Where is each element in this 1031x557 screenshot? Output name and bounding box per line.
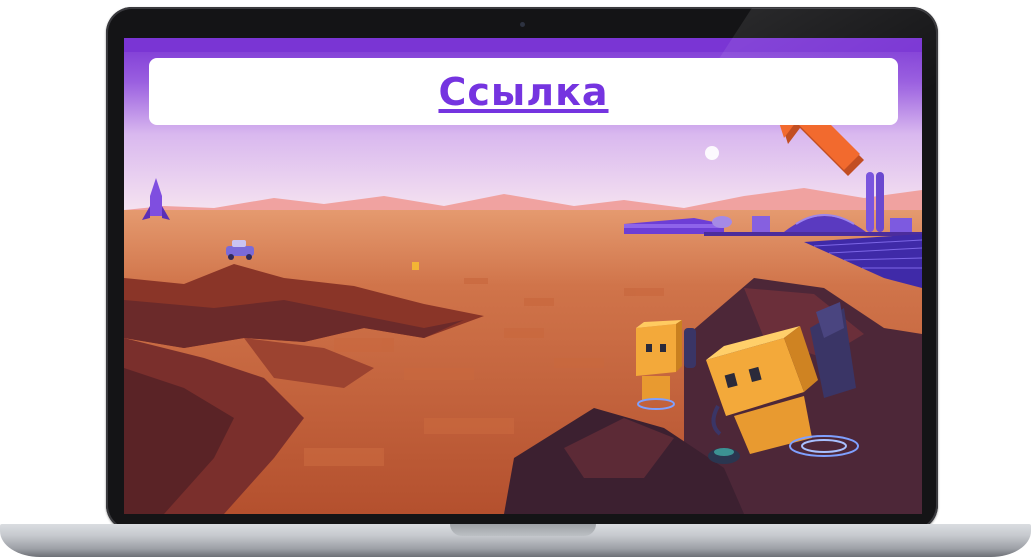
- link-banner: Ссылка: [149, 58, 898, 125]
- top-band: [124, 38, 922, 52]
- laptop-notch: [450, 524, 596, 536]
- screen: Ссылка: [124, 38, 922, 514]
- crate: [412, 262, 419, 270]
- sun: [705, 146, 719, 160]
- link[interactable]: Ссылка: [438, 70, 608, 114]
- webcam-icon: [520, 22, 525, 27]
